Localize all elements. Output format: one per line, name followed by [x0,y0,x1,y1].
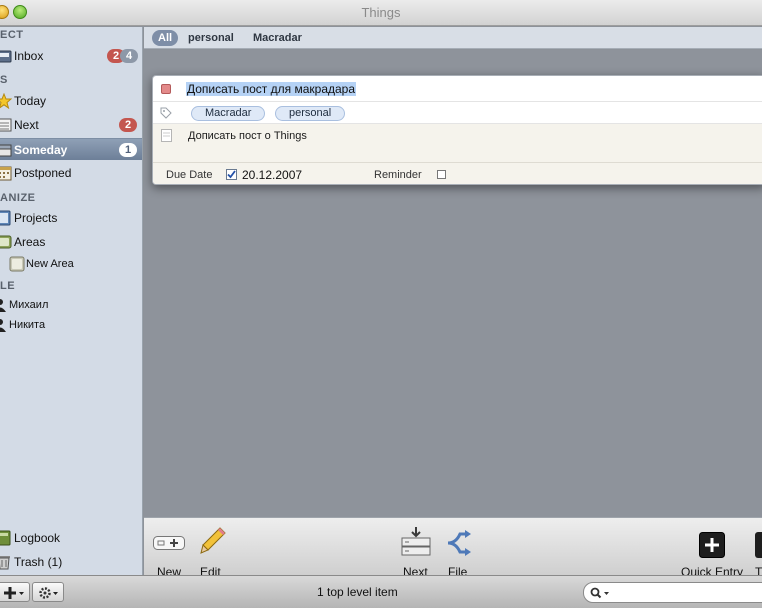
sidebar-item-new-area[interactable]: New Area [0,253,142,275]
logbook-icon [0,530,11,546]
next-tray-icon [401,527,431,556]
sidebar-item-today[interactable]: Today [0,90,142,112]
todo-tags-row: Macradar personal [153,102,762,124]
tag-macradar[interactable]: Macradar [191,106,266,121]
sidebar: ECT Inbox 2 4 S Today Next 2 Someday 1 P… [0,27,143,575]
plus-square-icon [699,532,725,558]
add-menu-button[interactable] [0,582,30,602]
todo-notes-row: Дописать пост о Things [153,124,762,162]
section-focus: S [0,74,8,86]
due-date-checkbox[interactable] [226,169,237,180]
next-count-badge: 2 [119,118,137,132]
filter-personal[interactable]: personal [188,30,234,46]
search-input[interactable] [614,585,754,600]
inbox-count-badge: 4 [120,49,138,63]
new-todo-icon [153,536,185,550]
projects-icon [0,210,11,226]
tag-filter-bar: All personal Macradar [144,27,762,49]
todo-title-row: Дописать пост для макрадара [153,76,762,102]
reminder-label: Reminder [374,169,422,181]
search-icon [590,587,609,599]
section-organize: ANIZE [0,192,36,204]
bottom-toolbar: New Edit Next File Quick Entry T [144,517,762,579]
areas-icon [0,235,12,249]
sidebar-item-person-nikita[interactable]: Никита [0,314,142,336]
tag-personal[interactable]: personal [275,106,346,121]
todo-dates-row: Due Date 20.12.2007 Reminder [153,162,762,184]
reminder-checkbox[interactable] [437,170,446,179]
pencil-icon [200,527,226,554]
tag-icon [160,107,172,119]
sidebar-item-postponed[interactable]: Postponed [0,162,142,184]
cut-off-tool-icon [755,532,762,558]
section-collect: ECT [0,29,24,41]
person-icon [0,319,6,332]
title-bar: Things [0,0,762,26]
status-text: 1 top level item [317,585,398,599]
star-icon [0,93,12,109]
gear-icon [39,587,58,599]
sidebar-item-next[interactable]: Next 2 [0,114,142,136]
due-date-label: Due Date [166,169,213,181]
cut-off-toolbar-button[interactable]: T [754,524,762,576]
sidebar-item-areas[interactable]: Areas [0,231,142,253]
inbox-icon [0,50,12,63]
someday-box-icon [0,144,12,157]
action-menu-button[interactable] [32,582,64,602]
status-bar: 1 top level item [0,575,762,608]
note-icon [161,129,172,142]
next-list-icon [0,118,12,132]
sidebar-item-trash[interactable]: Trash (1) [0,551,142,573]
filter-all[interactable]: All [152,30,179,46]
calendar-icon [0,166,12,181]
sidebar-item-someday[interactable]: Someday 1 [0,138,142,160]
area-icon [9,256,25,272]
sidebar-item-inbox[interactable]: Inbox 2 4 [0,45,142,67]
section-people: LE [0,280,16,292]
person-icon [0,299,6,312]
trash-icon [0,556,10,570]
todo-notes-field[interactable]: Дописать пост о Things [188,130,307,142]
due-date-value[interactable]: 20.12.2007 [242,168,302,182]
todo-title-field[interactable]: Дописать пост для макрадара [186,82,357,96]
plus-dropdown-icon [4,587,24,599]
search-field[interactable] [583,582,762,603]
todo-editor-card: Дописать пост для макрадара Macradar per… [152,75,762,185]
window-title: Things [361,5,401,20]
todo-checkbox[interactable] [161,84,171,94]
someday-count-badge: 1 [119,143,137,157]
filter-macradar[interactable]: Macradar [253,30,302,46]
sidebar-item-person-mikhail[interactable]: Михаил [0,294,142,316]
sidebar-item-logbook[interactable]: Logbook [0,527,142,549]
checkmark-icon [227,170,236,179]
sidebar-item-projects[interactable]: Projects [0,207,142,229]
file-arrows-icon [447,530,471,556]
